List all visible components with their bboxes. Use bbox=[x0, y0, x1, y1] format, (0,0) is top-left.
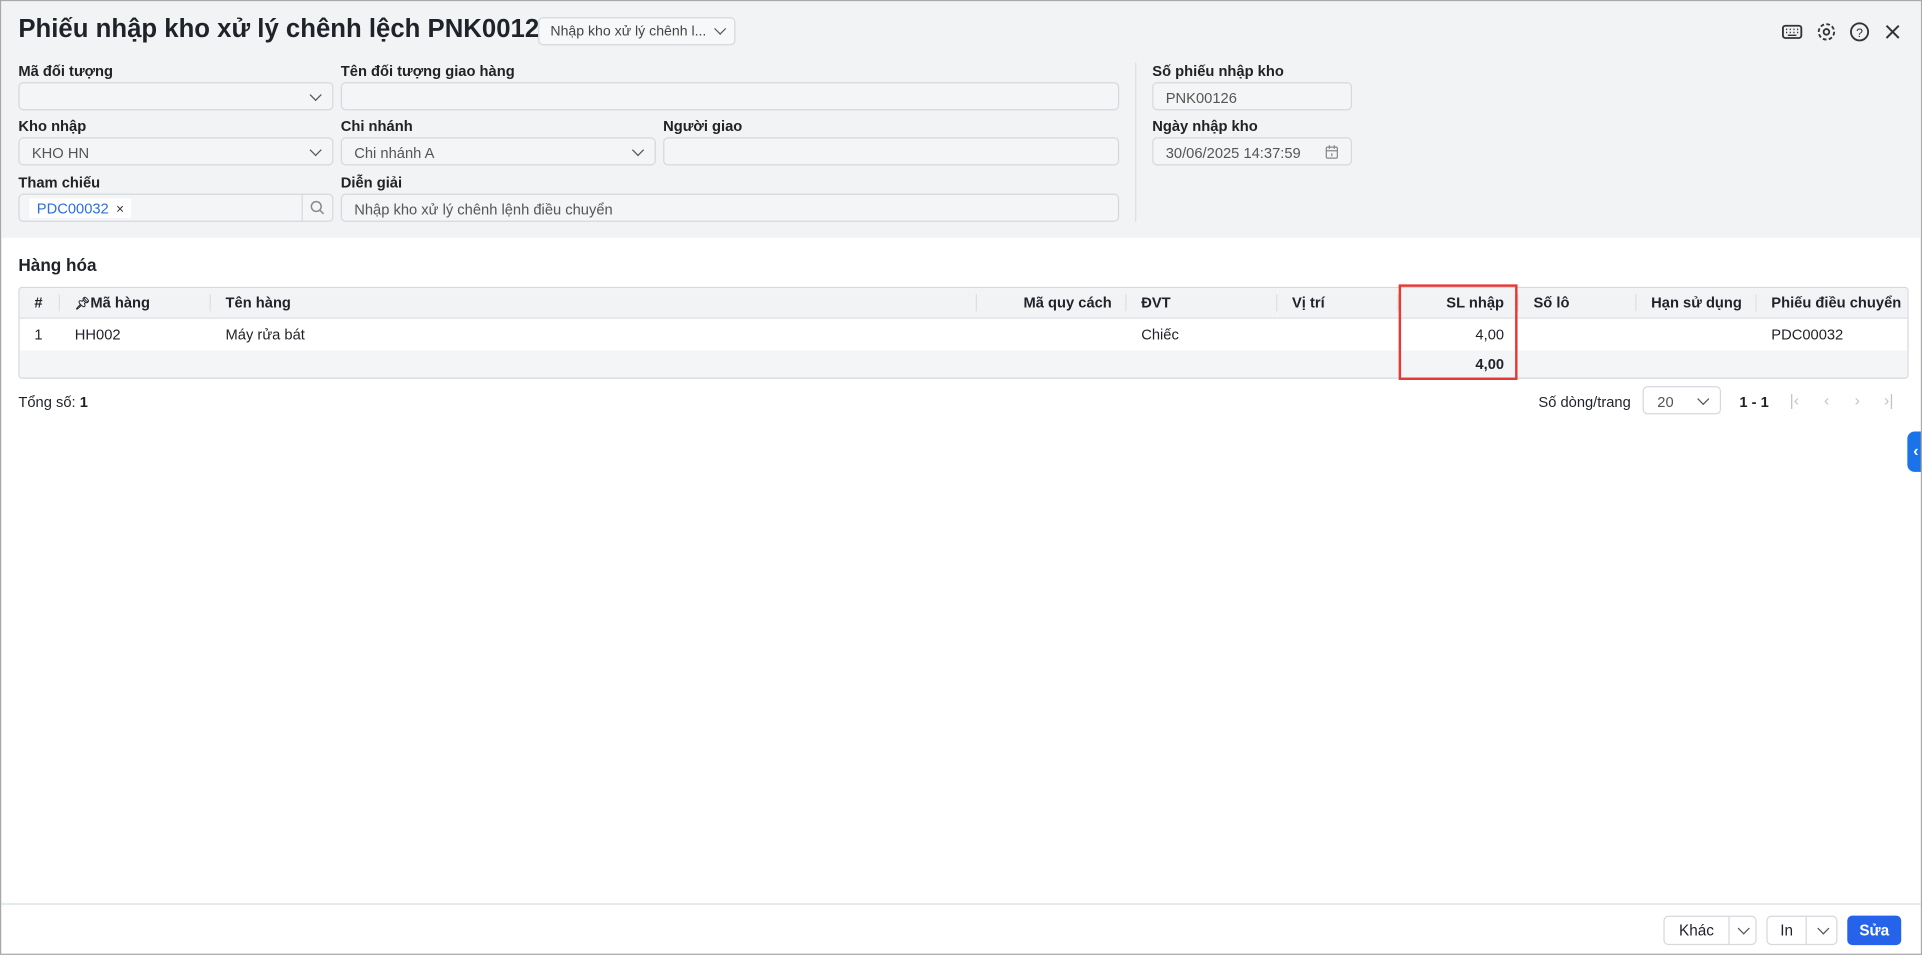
chevron-down-icon bbox=[631, 144, 645, 157]
voucher-type-value: Nhập kho xử lý chênh l... bbox=[550, 24, 707, 40]
col-code[interactable]: 📌︎Mã hàng bbox=[60, 288, 211, 319]
reference-tag[interactable]: PDC00032 × bbox=[29, 198, 132, 219]
deliverer-input[interactable] bbox=[663, 137, 1120, 166]
print-button-group: In bbox=[1766, 915, 1839, 946]
voucher-number-input[interactable]: PNK00126 bbox=[1152, 82, 1353, 111]
chevron-down-icon bbox=[1817, 922, 1830, 935]
print-button[interactable]: In bbox=[1768, 917, 1806, 944]
reference-input[interactable]: PDC00032 × bbox=[18, 193, 334, 222]
cell-expiry bbox=[1636, 318, 1756, 350]
help-icon[interactable]: ? bbox=[1849, 21, 1871, 43]
goods-section-title: Hàng hóa bbox=[18, 254, 97, 275]
cell-spec bbox=[977, 318, 1127, 350]
chevron-down-icon bbox=[714, 22, 727, 35]
deliverer-label: Người giao bbox=[663, 117, 743, 135]
total-count: Tổng số: 1 bbox=[18, 393, 88, 410]
svg-text:?: ? bbox=[1856, 26, 1863, 40]
cell-name: Máy rửa bát bbox=[225, 326, 305, 344]
side-panel-toggle[interactable]: ‹ bbox=[1907, 431, 1921, 472]
other-button-group: Khác bbox=[1663, 915, 1757, 946]
cell-no: 1 bbox=[34, 326, 43, 344]
chevron-down-icon bbox=[309, 144, 322, 157]
page-title: Phiếu nhập kho xử lý chênh lệch PNK00126 bbox=[18, 14, 554, 43]
total-row: 4,00 bbox=[19, 350, 1908, 378]
cell-unit: Chiếc bbox=[1141, 326, 1179, 344]
object-name-label: Tên đối tượng giao hàng bbox=[340, 62, 515, 80]
footer-divider bbox=[1, 903, 1921, 905]
table-header-row: # 📌︎Mã hàng Tên hàng Mã quy cách ĐVT Vị … bbox=[19, 288, 1908, 319]
rows-per-page-select[interactable]: 20 bbox=[1642, 386, 1722, 415]
search-icon bbox=[310, 200, 325, 215]
total-count-label: Tổng số: bbox=[18, 393, 76, 411]
rows-per-page-value: 20 bbox=[1657, 393, 1674, 411]
description-input[interactable]: Nhập kho xử lý chênh lệnh điều chuyển bbox=[340, 193, 1120, 222]
table-row[interactable]: 1 HH002 Máy rửa bát Chiếc 4,00 PDC00032 bbox=[20, 318, 1908, 350]
cell-transfer: PDC00032 bbox=[1771, 326, 1844, 344]
col-spec[interactable]: Mã quy cách bbox=[976, 288, 1127, 319]
col-name[interactable]: Tên hàng bbox=[210, 288, 977, 319]
voucher-window: Phiếu nhập kho xử lý chênh lệch PNK00126… bbox=[0, 0, 1922, 955]
object-name-input[interactable] bbox=[340, 82, 1120, 111]
rows-per-page-label: Số dòng/trang bbox=[1538, 393, 1631, 411]
next-page-icon[interactable]: › bbox=[1855, 391, 1860, 409]
warehouse-label: Kho nhập bbox=[18, 117, 87, 135]
voucher-type-select[interactable]: Nhập kho xử lý chênh l... bbox=[538, 17, 736, 46]
date-label: Ngày nhập kho bbox=[1152, 117, 1258, 135]
calendar-icon[interactable] bbox=[1325, 145, 1338, 160]
col-unit[interactable]: ĐVT bbox=[1126, 288, 1278, 319]
chevron-left-icon: ‹ bbox=[1913, 441, 1919, 460]
reference-label: Tham chiếu bbox=[18, 174, 101, 192]
pin-icon[interactable]: 📌︎ bbox=[75, 298, 91, 311]
warehouse-value: KHO HN bbox=[31, 144, 90, 162]
reference-tag-label: PDC00032 bbox=[36, 199, 109, 217]
col-expiry[interactable]: Hạn sử dụng bbox=[1636, 288, 1757, 319]
branch-select[interactable]: Chi nhánh A bbox=[340, 137, 656, 166]
col-location[interactable]: Vị trí bbox=[1277, 288, 1399, 319]
cell-location bbox=[1277, 318, 1398, 350]
remove-tag-icon[interactable]: × bbox=[116, 202, 124, 217]
col-lot[interactable]: Số lô bbox=[1518, 288, 1637, 319]
other-button[interactable]: Khác bbox=[1665, 917, 1729, 944]
total-count-value: 1 bbox=[79, 393, 88, 411]
branch-label: Chi nhánh bbox=[340, 117, 413, 135]
search-button[interactable] bbox=[301, 194, 333, 221]
col-code-label: Mã hàng bbox=[90, 294, 151, 312]
page-range: 1 - 1 bbox=[1739, 393, 1769, 411]
chevron-down-icon bbox=[309, 88, 322, 102]
chevron-down-icon bbox=[1737, 922, 1750, 935]
col-transfer[interactable]: Phiếu điều chuyển bbox=[1756, 288, 1908, 319]
other-dropdown-button[interactable] bbox=[1728, 916, 1757, 944]
object-code-select[interactable] bbox=[18, 82, 334, 111]
branch-value: Chi nhánh A bbox=[354, 144, 435, 162]
first-page-icon[interactable]: |‹ bbox=[1790, 391, 1799, 409]
description-label: Diễn giải bbox=[340, 174, 403, 192]
keyboard-icon[interactable] bbox=[1781, 21, 1803, 43]
voucher-number-label: Số phiếu nhập kho bbox=[1152, 62, 1284, 80]
last-page-icon[interactable]: ›| bbox=[1884, 391, 1893, 409]
goods-table: # 📌︎Mã hàng Tên hàng Mã quy cách ĐVT Vị … bbox=[18, 286, 1909, 379]
cell-lot bbox=[1519, 318, 1637, 350]
col-no[interactable]: # bbox=[19, 288, 61, 319]
warehouse-select[interactable]: KHO HN bbox=[18, 137, 334, 166]
date-value: 30/06/2025 14:37:59 bbox=[1165, 144, 1301, 162]
chevron-down-icon bbox=[1697, 392, 1710, 406]
print-dropdown-button[interactable] bbox=[1805, 916, 1839, 944]
close-icon[interactable] bbox=[1882, 21, 1904, 43]
prev-page-icon[interactable]: ‹ bbox=[1824, 391, 1829, 409]
highlight-box bbox=[1398, 284, 1518, 380]
object-code-label: Mã đối tượng bbox=[18, 62, 114, 80]
gear-icon[interactable] bbox=[1815, 21, 1837, 43]
divider bbox=[1135, 62, 1137, 222]
edit-button[interactable]: Sửa bbox=[1847, 915, 1902, 946]
date-input[interactable]: 30/06/2025 14:37:59 bbox=[1152, 137, 1353, 166]
cell-code: HH002 bbox=[74, 326, 121, 344]
